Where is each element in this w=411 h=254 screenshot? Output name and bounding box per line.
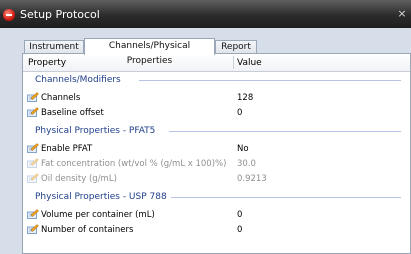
app-logo-icon	[3, 9, 15, 21]
window-title: Setup Protocol	[20, 8, 100, 21]
edit-pencil-icon	[27, 209, 39, 219]
column-header-property[interactable]: Property	[28, 58, 66, 68]
row-label-enable-pfat[interactable]: Enable PFAT	[41, 144, 92, 154]
grid-header: Property Value	[23, 54, 410, 72]
tab-instrument[interactable]: Instrument	[24, 40, 84, 54]
row-value-baseline-offset[interactable]: 0	[237, 108, 242, 118]
section-divider	[139, 80, 401, 81]
title-bar: Setup Protocol ×	[0, 0, 411, 28]
row-label-channels[interactable]: Channels	[41, 93, 80, 103]
section-title-physical-properties-pfat5: Physical Properties - PFAT5	[35, 126, 156, 136]
close-icon[interactable]: ×	[397, 8, 407, 20]
row-label-oil-density[interactable]: Oil density (g/mL)	[41, 174, 117, 184]
row-label-number-of-containers[interactable]: Number of containers	[41, 225, 133, 235]
row-value-oil-density[interactable]: 0.9213	[237, 174, 267, 184]
row-value-enable-pfat[interactable]: No	[237, 144, 249, 154]
edit-pencil-icon	[27, 173, 39, 183]
edit-pencil-icon	[27, 143, 39, 153]
tab-report[interactable]: Report	[215, 40, 257, 54]
row-label-volume-per-container[interactable]: Volume per container (mL)	[41, 210, 155, 220]
edit-pencil-icon	[27, 92, 39, 102]
row-value-fat-concentration[interactable]: 30.0	[237, 159, 256, 169]
section-title-channels-modifiers: Channels/Modifiers	[35, 75, 121, 85]
row-value-number-of-containers[interactable]: 0	[237, 225, 242, 235]
row-value-channels[interactable]: 128	[237, 93, 253, 103]
section-title-physical-properties-usp-788: Physical Properties - USP 788	[35, 192, 167, 202]
property-grid: Property Value Channels/Modifiers Channe…	[22, 53, 411, 254]
row-label-baseline-offset[interactable]: Baseline offset	[41, 108, 104, 118]
section-divider	[171, 197, 401, 198]
edit-pencil-icon	[27, 107, 39, 117]
tab-channels-physical-properties[interactable]: Channels/Physical Properties	[84, 38, 215, 66]
window-body: Instrument Channels/Physical Properties …	[0, 28, 411, 254]
column-divider[interactable]	[233, 56, 234, 69]
edit-pencil-icon	[27, 224, 39, 234]
row-label-fat-concentration[interactable]: Fat concentration (wt/vol % (g/mL x 100)…	[41, 159, 226, 169]
row-value-volume-per-container[interactable]: 0	[237, 210, 242, 220]
section-divider	[169, 131, 401, 132]
edit-pencil-icon	[27, 158, 39, 168]
column-header-value[interactable]: Value	[237, 58, 262, 68]
